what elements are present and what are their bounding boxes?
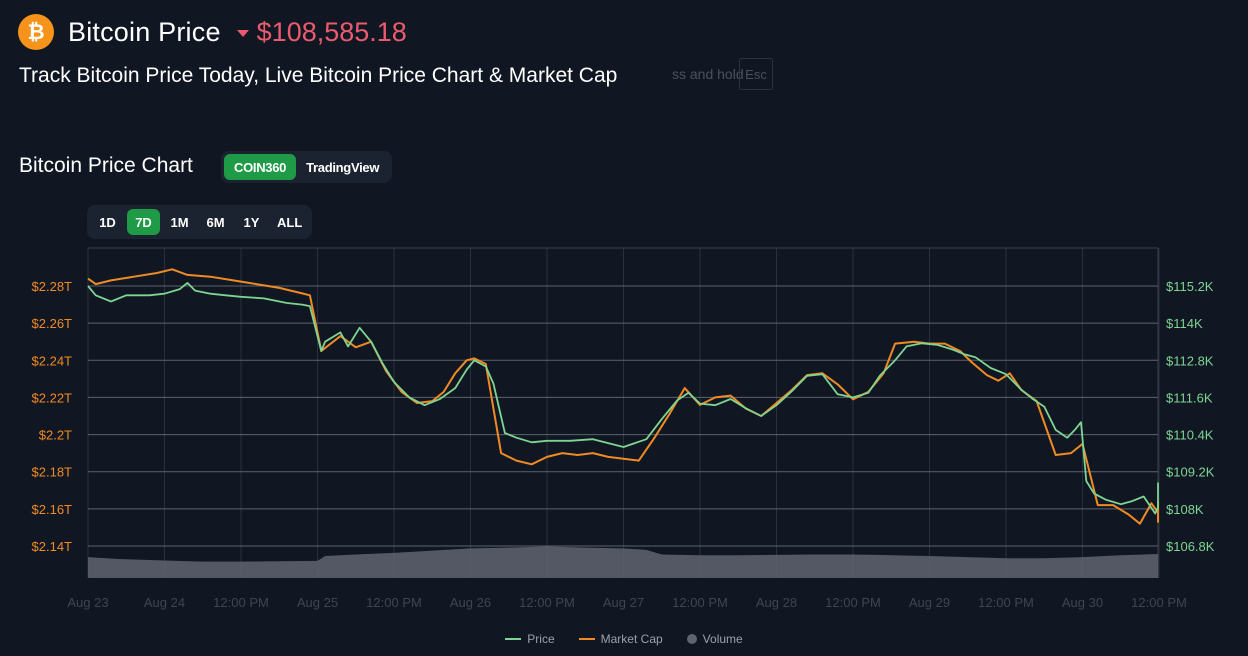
series-volume-area (88, 546, 1158, 578)
x-axis-tick-label: 12:00 PM (672, 595, 728, 610)
legend-item-volume[interactable]: Volume (686, 632, 743, 646)
left-axis-tick-label: $2.28T (32, 279, 73, 294)
x-axis-tick-label: Aug 23 (67, 595, 108, 610)
overlay-hint: ss and hold (672, 66, 744, 82)
range-6m-button[interactable]: 6M (199, 209, 232, 235)
right-axis-tick-label: $115.2K (1166, 279, 1214, 294)
right-axis-tick-label: $112.8K (1166, 353, 1214, 368)
coin-header: ₿ Bitcoin Price $108,585.18 (18, 14, 407, 50)
price-chart[interactable]: $2.28T $2.26T $2.24T $2.22T $2.2T $2.18T $2.16… (0, 240, 1248, 630)
legend-label-volume: Volume (702, 632, 743, 646)
right-axis-tick-label: $106.8K (1166, 539, 1215, 554)
current-price: $108,585.18 (256, 16, 407, 47)
x-axis-tick-label: 12:00 PM (825, 595, 881, 610)
x-axis-tick-label: 12:00 PM (978, 595, 1034, 610)
caret-down-icon (236, 29, 249, 37)
left-axis-tick-label: $2.24T (32, 353, 73, 368)
legend-swatch-market-cap (578, 638, 595, 640)
time-range-selector: 1D 7D 1M 6M 1Y ALL (87, 205, 313, 239)
source-coin360-button[interactable]: COIN360 (224, 154, 297, 180)
chart-legend: Price Market Cap Volume (0, 630, 1248, 648)
range-7d-button[interactable]: 7D (127, 209, 160, 235)
legend-label-price: Price (527, 632, 555, 646)
left-axis-tick-label: $2.18T (32, 465, 73, 480)
x-axis-tick-label: Aug 29 (909, 595, 950, 610)
chart-section-title: Bitcoin Price Chart (19, 154, 193, 177)
left-axis-tick-label: $2.14T (32, 539, 73, 554)
range-1d-button[interactable]: 1D (91, 209, 124, 235)
legend-label-market-cap: Market Cap (600, 632, 663, 646)
x-axis-tick-label: Aug 24 (144, 595, 185, 610)
legend-swatch-price (505, 638, 522, 640)
page-subtitle: Track Bitcoin Price Today, Live Bitcoin … (19, 64, 618, 87)
right-axis-tick-label: $109.2K (1166, 465, 1215, 480)
legend-swatch-volume (686, 634, 697, 644)
x-axis-tick-label: Aug 28 (756, 595, 797, 610)
legend-item-price[interactable]: Price (505, 632, 555, 646)
x-axis-tick-label: 12:00 PM (1131, 595, 1187, 610)
source-tradingview-button[interactable]: TradingView (296, 154, 389, 180)
esc-key-hint: Esc (739, 58, 773, 90)
left-axis-tick-label: $2.22T (32, 390, 73, 405)
coin-title: Bitcoin Price (68, 16, 221, 47)
chart-source-toggle: COIN360 TradingView (221, 151, 393, 183)
range-1y-button[interactable]: 1Y (235, 209, 268, 235)
right-axis-tick-label: $110.4K (1166, 428, 1214, 443)
x-axis-tick-label: Aug 25 (297, 595, 338, 610)
legend-item-market-cap[interactable]: Market Cap (578, 632, 663, 646)
left-axis-tick-label: $2.26T (32, 316, 73, 331)
x-axis-tick-label: Aug 30 (1062, 595, 1103, 610)
bitcoin-logo-icon: ₿ (18, 14, 54, 50)
left-axis-tick-label: $2.16T (32, 502, 73, 517)
range-all-button[interactable]: ALL (271, 209, 308, 235)
right-axis-tick-label: $114K (1166, 316, 1203, 331)
x-axis-tick-label: 12:00 PM (213, 595, 269, 610)
left-axis-tick-label: $2.2T (39, 428, 72, 443)
right-axis-tick-label: $108K (1166, 502, 1204, 517)
range-1m-button[interactable]: 1M (163, 209, 196, 235)
right-axis-tick-label: $111.6K (1166, 390, 1213, 405)
x-axis-tick-label: Aug 27 (603, 595, 644, 610)
x-axis-tick-label: 12:00 PM (519, 595, 575, 610)
x-axis-tick-label: Aug 26 (450, 595, 491, 610)
x-axis-tick-label: 12:00 PM (366, 595, 422, 610)
